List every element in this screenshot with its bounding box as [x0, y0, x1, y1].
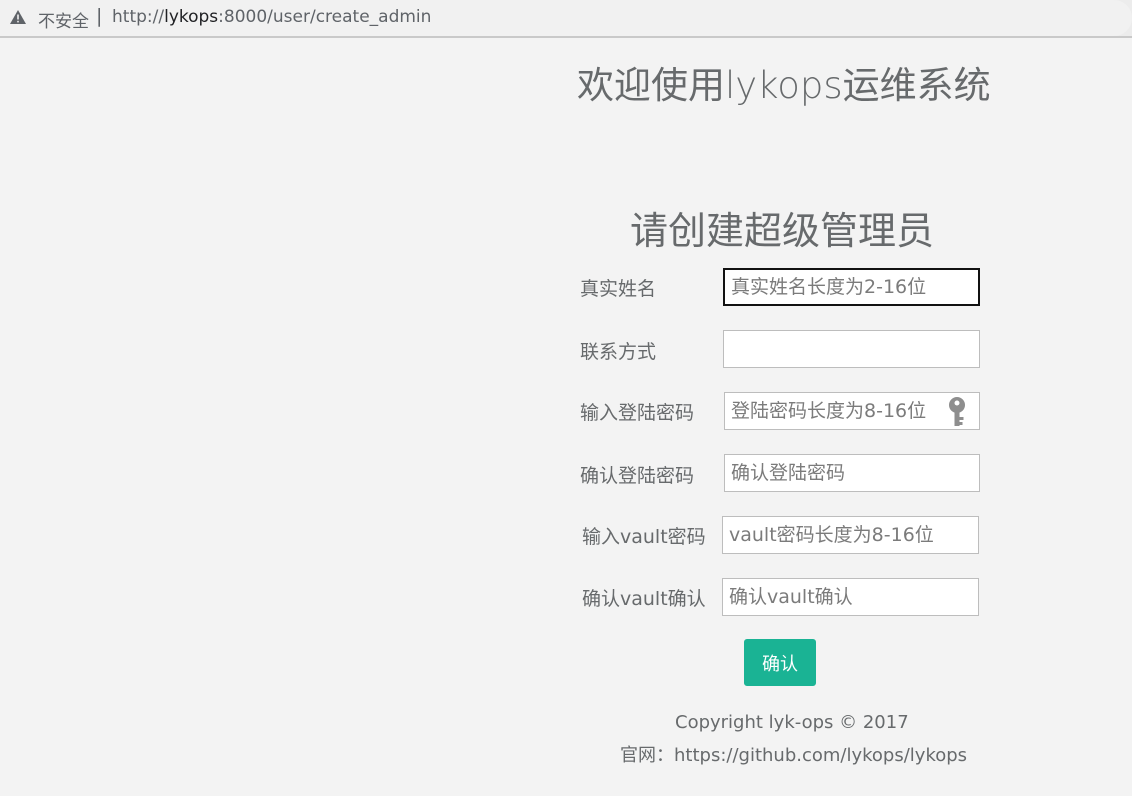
browser-address-bar: 不安全 | http://lykops:8000/user/create_adm…: [0, 0, 1132, 38]
contact-label: 联系方式: [580, 341, 657, 363]
login-password-label: 输入登陆密码: [580, 402, 695, 424]
address-field[interactable]: 不安全 | http://lykops:8000/user/create_adm…: [0, 0, 1132, 36]
address-separator: |: [96, 5, 103, 27]
url-prefix: http://: [112, 7, 165, 27]
confirm-vault-label: 确认vault确认: [582, 588, 706, 610]
contact-input[interactable]: [723, 330, 980, 368]
confirm-login-password-input[interactable]: [724, 454, 980, 492]
url-path: :8000/user/create_admin: [218, 7, 432, 27]
key-icon[interactable]: [946, 396, 968, 428]
url-text[interactable]: http://lykops:8000/user/create_admin: [112, 7, 431, 27]
confirm-vault-input[interactable]: [722, 578, 979, 616]
warning-triangle-icon[interactable]: [10, 10, 26, 24]
security-status-label[interactable]: 不安全: [38, 7, 89, 32]
footer-copyright: Copyright lyk-ops © 2017: [675, 712, 909, 733]
login-password-input[interactable]: [724, 392, 980, 430]
vault-password-label: 输入vault密码: [582, 526, 706, 548]
confirm-button[interactable]: 确认: [744, 639, 816, 686]
footer-website: 官网：https://github.com/lykops/lykops: [620, 745, 968, 766]
real-name-input[interactable]: [723, 268, 980, 306]
vault-password-input[interactable]: [722, 516, 979, 554]
welcome-title: 欢迎使用lykops运维系统: [577, 64, 991, 107]
page-subtitle: 请创建超级管理员: [630, 209, 935, 253]
url-host: lykops: [164, 7, 219, 27]
real-name-label: 真实姓名: [580, 278, 657, 300]
confirm-login-password-label: 确认登陆密码: [580, 465, 695, 487]
